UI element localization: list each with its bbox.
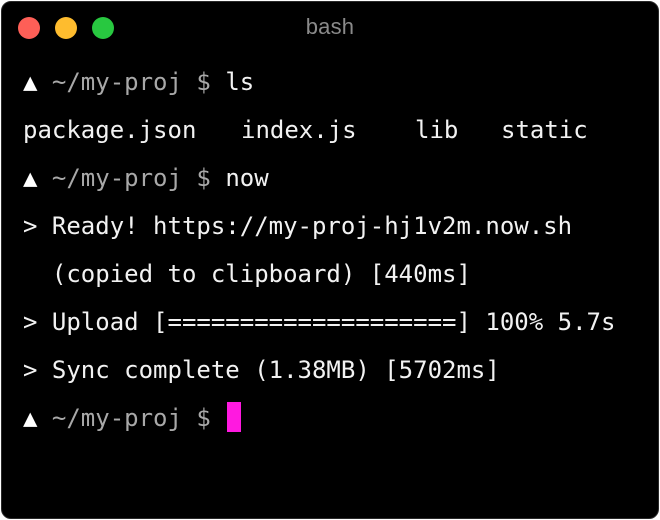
triangle-prompt-icon: ▲ (23, 164, 38, 192)
terminal-output[interactable]: ▲ ~/my-proj $ ls package.json index.js lib… (23, 58, 648, 442)
file-name: package.json (23, 116, 197, 144)
prompt-dollar: $ (196, 68, 211, 96)
triangle-prompt-icon: ▲ (23, 68, 38, 96)
upload-output-line: > Upload [====================] 100% 5.7… (23, 308, 616, 336)
prompt-dollar: $ (196, 404, 211, 432)
sync-output-line: > Sync complete (1.38MB) [5702ms] (23, 356, 500, 384)
prompt-line-3: ▲ ~/my-proj $ (23, 394, 648, 442)
ls-output: package.json index.js lib static (23, 106, 648, 154)
prompt-line-2: ▲ ~/my-proj $ now (23, 154, 648, 202)
triangle-prompt-icon: ▲ (23, 404, 38, 432)
window-title: bash (305, 14, 355, 39)
file-name: static (501, 116, 588, 144)
terminal-window: bash ▲ ~/my-proj $ ls package.json index.… (1, 1, 659, 519)
prompt-path: ~/my-proj (51, 404, 182, 432)
prompt-line-1: ▲ ~/my-proj $ ls (23, 58, 648, 106)
prompt-path: ~/my-proj (51, 68, 182, 96)
terminal-cursor[interactable] (227, 402, 242, 432)
command-text: ls (225, 68, 255, 96)
file-name: index.js (241, 116, 357, 144)
file-name: lib (415, 116, 459, 144)
ready-output-line: > Ready! https://my-proj-hj1v2m.now.sh (23, 212, 573, 240)
prompt-dollar: $ (196, 164, 211, 192)
prompt-path: ~/my-proj (51, 164, 182, 192)
title-bar: bash (2, 2, 658, 52)
copied-output-line: (copied to clipboard) [440ms] (23, 260, 471, 288)
command-text: now (225, 164, 269, 192)
